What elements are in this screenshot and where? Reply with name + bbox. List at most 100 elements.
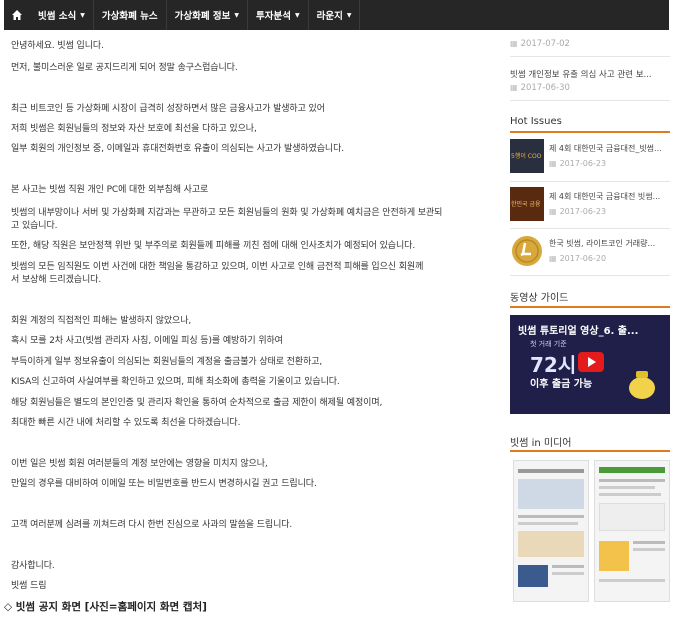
video-bottom-text: 이후 출금 가능 [530,379,593,390]
notice-paragraph: 해당 회원님들은 별도의 본인인증 및 관리자 확인을 통하여 순차적으로 출금… [11,398,383,408]
video-thumbnail[interactable]: 빗썸 튜토리얼 영상_6. 출... 첫 거래 기준 72시 이후 출금 가능 [510,315,670,414]
text-line [518,515,584,518]
notice-paragraph: 고 있습니다. [11,221,58,231]
media-clipping-image[interactable] [594,460,670,602]
recent-post-date: ▦ 2017-07-02 [510,39,570,49]
nav-label: 빗썸 소식 [38,11,77,22]
notice-paragraph: 만일의 경우를 대비하여 이메일 또는 비밀번호를 반드시 변경하시길 권고 드… [11,479,317,489]
notice-paragraph: 또한, 해당 직원은 보안정책 위반 및 부주의로 회원들께 피해를 끼친 점에… [11,241,416,251]
photo-block [518,531,584,557]
notice-paragraph: 본 사고는 빗썸 직원 개인 PC에 대한 외부침해 사고로 [11,185,209,195]
media-section-title: 빗썸 in 미디어 [510,438,572,449]
nav-item-crypto-news[interactable]: 가상화폐 뉴스 [94,0,167,30]
chevron-down-icon: ▼ [346,11,352,19]
divider [510,100,670,101]
text-line [633,548,665,551]
money-bag-icon [629,371,655,399]
video-big-text: 72시 [530,353,577,377]
nav-item-bithumb-news[interactable]: 빗썸 소식 ▼ [30,0,94,30]
notice-paragraph: 회원 계정의 직접적인 피해는 발생하지 않았으나, [11,316,192,326]
hot-issue-item[interactable]: 한민국 금융 제 4회 대한민국 금융대전 빗썸... ▦ 2017-06-23 [510,187,670,223]
section-rule [510,131,670,133]
text-line [552,565,584,568]
notice-paragraph: 감사합니다. [11,561,55,571]
recent-post-date: ▦ 2017-06-30 [510,83,570,93]
text-line [633,541,665,544]
photo-block [518,479,584,509]
date-text: 2017-07-02 [520,39,570,49]
date-text: 2017-06-23 [559,207,607,216]
notice-paragraph: 일부 회원의 개인정보 중, 이메일과 휴대전화번호 유출이 의심되는 사고가 … [11,144,345,154]
calendar-icon: ▦ [510,83,518,92]
notice-paragraph: 먼저, 불미스러운 일로 공지드리게 되어 정말 송구스럽습니다. [11,63,238,73]
section-rule [510,450,670,452]
hot-issue-date: ▦ 2017-06-23 [549,159,606,168]
photo-block [599,503,665,531]
calendar-icon: ▦ [510,39,518,48]
nav-label: 가상화폐 정보 [174,11,231,22]
hot-issue-thumbnail: 5행이 COO [510,139,544,173]
media-clipping-image[interactable] [513,460,589,602]
date-text: 2017-06-23 [559,159,607,168]
hot-issue-item[interactable]: 5행이 COO 제 4회 대한민국 금융대전_빗썸... ▦ 2017-06-23 [510,139,670,175]
home-icon-glyph [12,10,22,20]
notice-paragraph: 저희 빗썸은 회원님들의 정보와 자산 보호에 최선을 다하고 있으나, [11,124,257,134]
video-guide-title: 동영상 가이드 [510,293,569,304]
nav-item-lounge[interactable]: 라운지 ▼ [309,0,361,30]
chevron-down-icon: ▼ [80,11,85,19]
text-line [599,479,665,482]
nav-item-investment-analysis[interactable]: 투자분석 ▼ [248,0,309,30]
hot-issue-date: ▦ 2017-06-23 [549,207,606,216]
play-button-icon[interactable] [578,352,604,372]
hot-issue-title[interactable]: 제 4회 대한민국 금융대전_빗썸... [549,143,662,154]
nav-item-crypto-info[interactable]: 가상화폐 정보 ▼ [167,0,249,30]
hot-issue-date: ▦ 2017-06-20 [549,254,606,263]
text-line [518,522,578,525]
nav-label: 투자분석 [256,11,291,22]
section-rule [510,306,670,308]
home-icon[interactable] [4,0,30,30]
litecoin-thumbnail [510,234,544,268]
notice-paragraph: 최근 비트코인 등 가상화폐 시장이 급격히 성장하면서 많은 금융사고가 발생… [11,104,325,114]
headline-bar [599,467,665,473]
divider [510,56,670,57]
divider [510,275,670,276]
calendar-icon: ▦ [549,254,557,263]
hot-issue-item[interactable]: 한국 빗썸, 라이트코인 거래량... ▦ 2017-06-20 [510,234,670,270]
notice-paragraph: 빗썸 드림 [11,581,47,591]
hot-issues-title: Hot Issues [510,116,562,127]
divider [510,228,670,229]
thumbnail-text: 한민국 금융 [511,201,541,208]
nav-label: 가상화폐 뉴스 [101,11,158,22]
headline-bar [518,469,584,473]
notice-paragraph: 서 보상해 드리겠습니다. [11,275,102,285]
date-text: 2017-06-30 [520,83,570,93]
notice-paragraph: 고객 여러분께 심려를 끼쳐드려 다시 한번 진심으로 사과의 말씀을 드립니다… [11,520,293,530]
notice-paragraph: 부득이하게 일부 정보유출이 의심되는 회원님들의 계정을 출금불가 상태로 전… [11,357,323,367]
text-line [599,493,661,496]
date-text: 2017-06-20 [559,254,607,263]
top-navigation: 빗썸 소식 ▼ 가상화폐 뉴스 가상화폐 정보 ▼ 투자분석 ▼ 라운지 ▼ [4,0,669,30]
notice-paragraph: 혹시 모를 2차 사고(빗썸 관리자 사칭, 이메일 피싱 등)를 예방하기 위… [11,336,283,346]
thumbnail-text: 5행이 COO [511,153,542,160]
chevron-down-icon: ▼ [234,11,240,19]
recent-post-link[interactable]: 빗썸 개인정보 유출 의심 사고 관련 보... [510,68,652,80]
calendar-icon: ▦ [549,207,557,216]
hot-issue-title[interactable]: 한국 빗썸, 라이트코인 거래량... [549,238,655,249]
photo-block [518,565,548,587]
text-line [552,572,584,575]
video-title: 빗썸 튜토리얼 영상_6. 출... [518,326,639,337]
text-line [599,486,655,489]
notice-paragraph: 이번 일은 빗썸 회원 여러분들의 계정 보안에는 영향을 미치지 않으나, [11,459,268,469]
litecoin-coin-icon [512,236,542,266]
hot-issue-thumbnail: 한민국 금융 [510,187,544,221]
hot-issue-title[interactable]: 제 4회 대한민국 금융대전 빗썸... [549,191,660,202]
divider [510,181,670,182]
video-subtitle: 첫 거래 기준 [530,340,567,348]
text-line [599,579,665,582]
chevron-down-icon: ▼ [295,11,300,19]
notice-paragraph: 최대한 빠른 시간 내에 처리할 수 있도록 최선을 다하겠습니다. [11,418,241,428]
notice-paragraph: KISA의 신고하여 사실여부를 확인하고 있으며, 피해 최소화에 총력을 기… [11,377,340,387]
nav-label: 라운지 [316,11,343,22]
photo-block [599,541,629,571]
